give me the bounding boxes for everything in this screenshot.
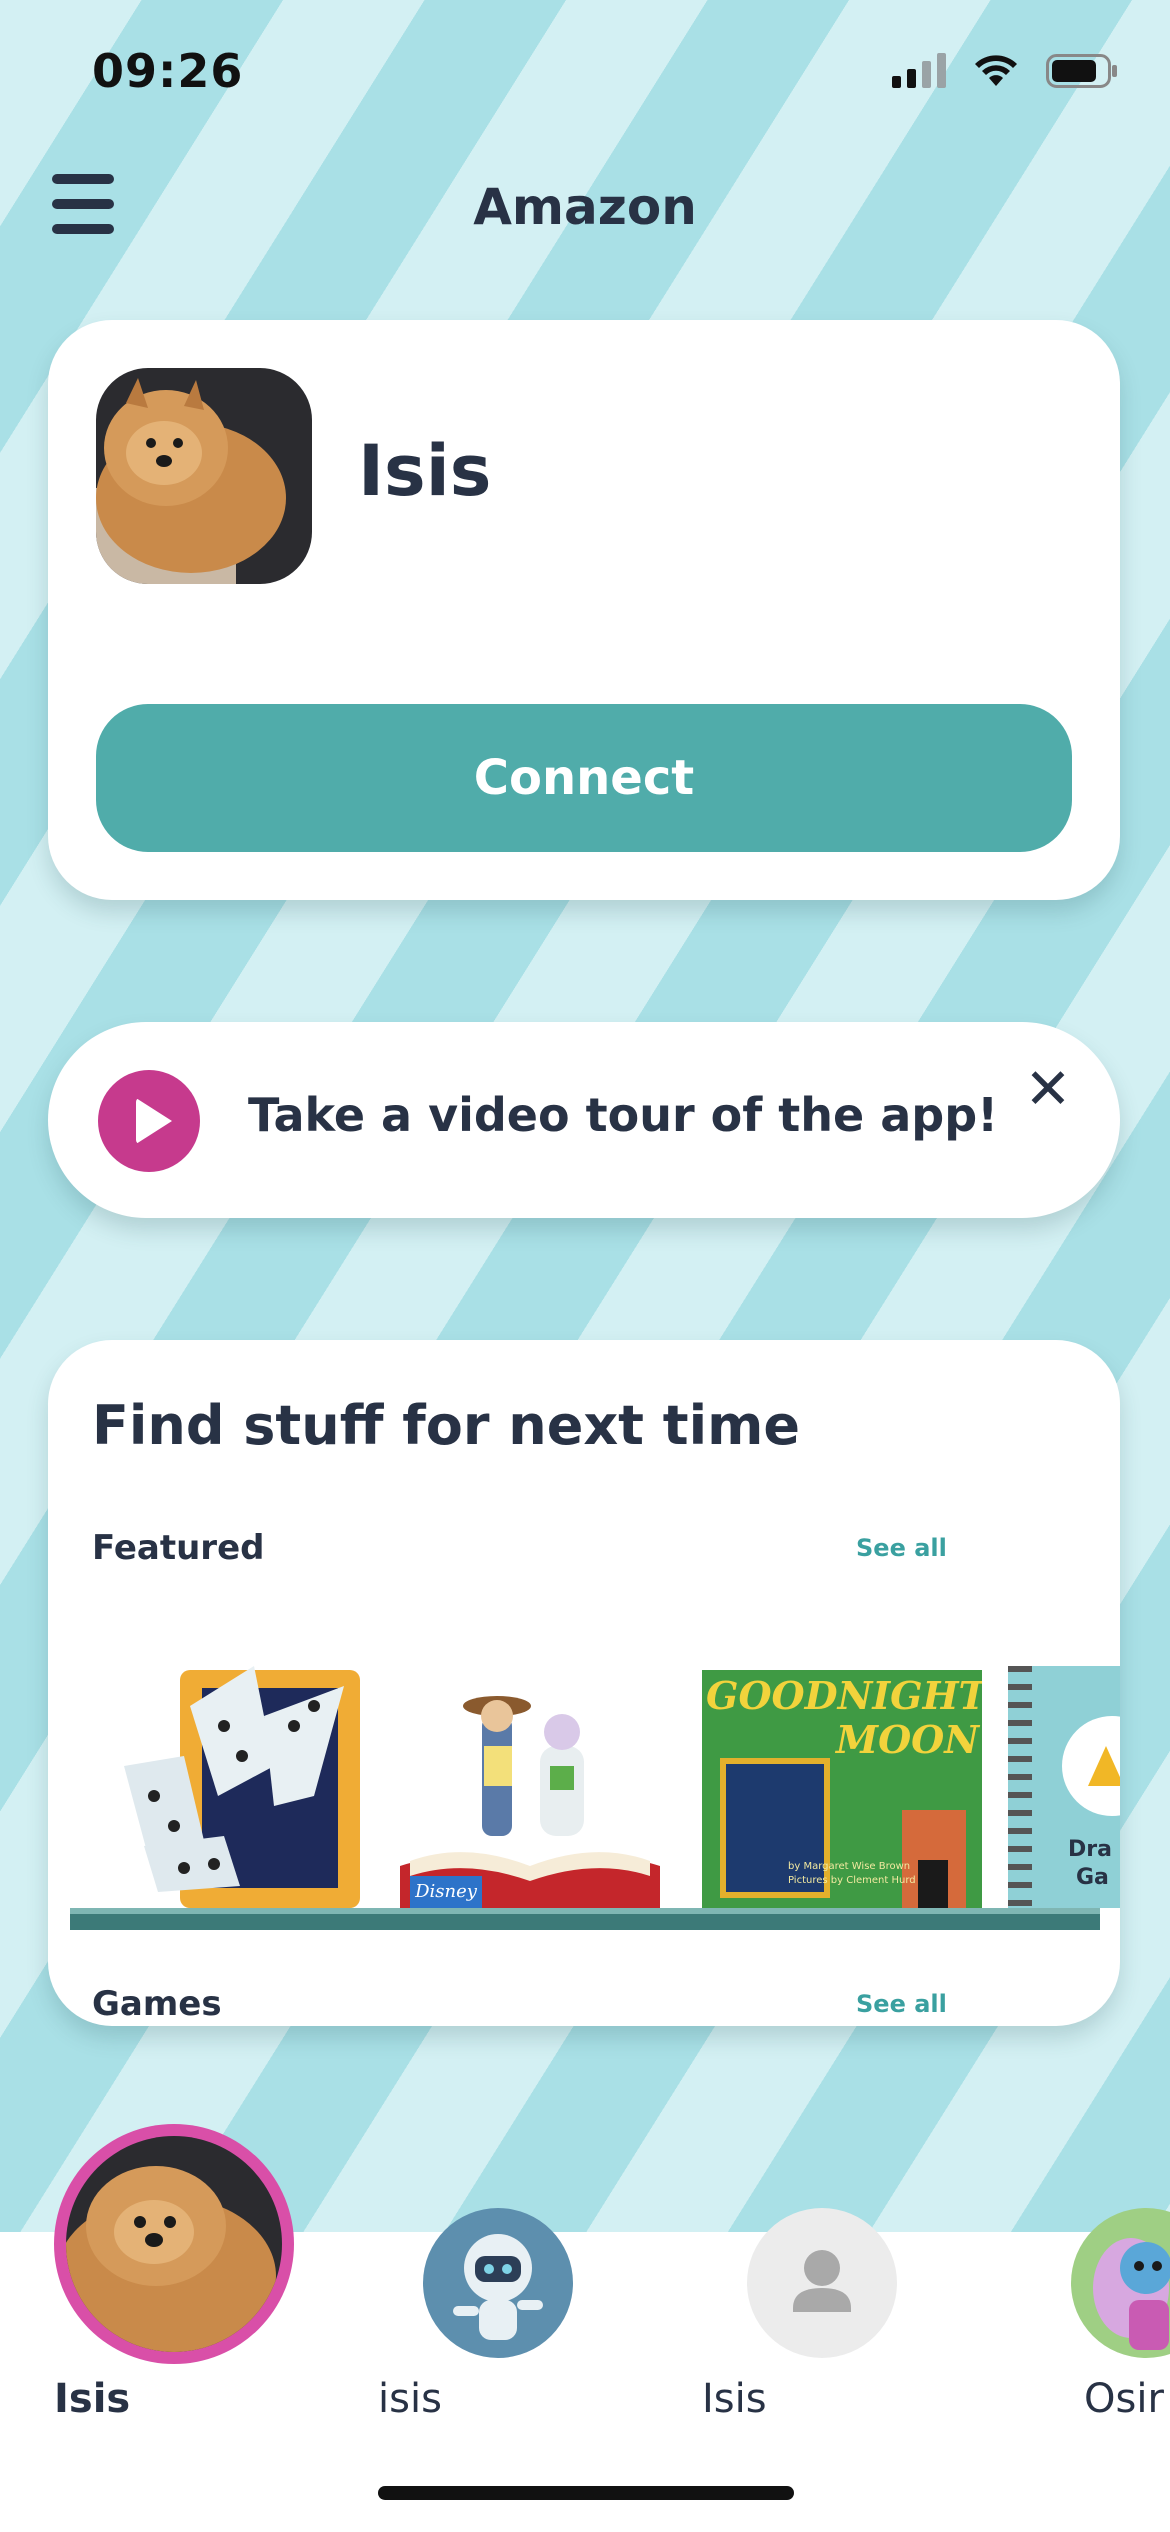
profile-name-2: isis [378, 2376, 442, 2422]
profile-slot-isis-astronaut[interactable]: isis [378, 2208, 618, 2422]
featured-label: Featured [92, 1528, 265, 1568]
status-time: 09:26 [92, 44, 244, 98]
profile-name-1: Isis [54, 2376, 131, 2422]
spiral-binding-icon [1008, 1666, 1032, 1908]
profile-name: Isis [358, 430, 492, 512]
dog-avatar [66, 2136, 282, 2352]
connect-button[interactable]: Connect [96, 704, 1072, 852]
profile-name-4: Osir [1084, 2376, 1164, 2418]
page-title: Amazon [473, 178, 697, 236]
astronaut-robot-avatar [423, 2208, 573, 2358]
draw-games-text: Dra Ga [1068, 1837, 1112, 1890]
battery-icon [1046, 54, 1117, 88]
featured-item-draw-games[interactable]: Dra Ga [1008, 1666, 1120, 1908]
profile-avatar [96, 368, 312, 584]
profile-slot-isis-default[interactable]: Isis [702, 2208, 942, 2422]
profile-card: Isis Connect [48, 320, 1120, 900]
toy-story-book-icon [400, 1696, 660, 1908]
disney-logo: Disney [410, 1876, 482, 1908]
goodnight-moon-byline: by Margaret Wise Brown Pictures by Clemen… [788, 1861, 916, 1886]
find-stuff-card: Find stuff for next time Featured See al… [48, 1340, 1120, 2026]
profile-name-3: Isis [702, 2376, 767, 2422]
home-indicator[interactable] [378, 2486, 794, 2500]
see-all-games-link[interactable]: See all [856, 1990, 947, 2018]
profile-slot-isis-selected[interactable]: Isis [54, 2124, 294, 2424]
status-bar: 09:26 [0, 0, 1170, 150]
person-icon [793, 2250, 851, 2312]
featured-shelf [70, 1908, 1100, 1930]
play-icon[interactable] [98, 1070, 200, 1172]
video-tour-text: Take a video tour of the app! [248, 1088, 999, 1142]
default-person-avatar [747, 2208, 897, 2358]
fairy-avatar [1071, 2208, 1170, 2358]
section-title: Find stuff for next time [92, 1394, 800, 1457]
goodnight-moon-title: GOODNIGHT MOON [706, 1673, 982, 1762]
app-header: Amazon [0, 160, 1170, 250]
games-label: Games [92, 1984, 222, 2024]
dog-photo-image [96, 368, 312, 584]
video-tour-banner[interactable]: Take a video tour of the app! ✕ [48, 1022, 1120, 1218]
close-icon[interactable]: ✕ [1020, 1062, 1076, 1118]
wifi-icon [975, 55, 1017, 86]
see-all-featured-link[interactable]: See all [856, 1534, 947, 1562]
featured-item-dominoes[interactable] [114, 1646, 368, 1908]
status-icons [892, 52, 1118, 88]
featured-item-goodnight-moon[interactable]: GOODNIGHT MOON by Margaret Wise Brown Pict… [702, 1670, 982, 1908]
featured-item-toy-story[interactable]: Disney [390, 1676, 670, 1908]
dominoes-icon [124, 1666, 360, 1908]
cellular-signal-icon [892, 52, 946, 88]
profile-slot-osir[interactable]: Osir [1026, 2208, 1170, 2418]
